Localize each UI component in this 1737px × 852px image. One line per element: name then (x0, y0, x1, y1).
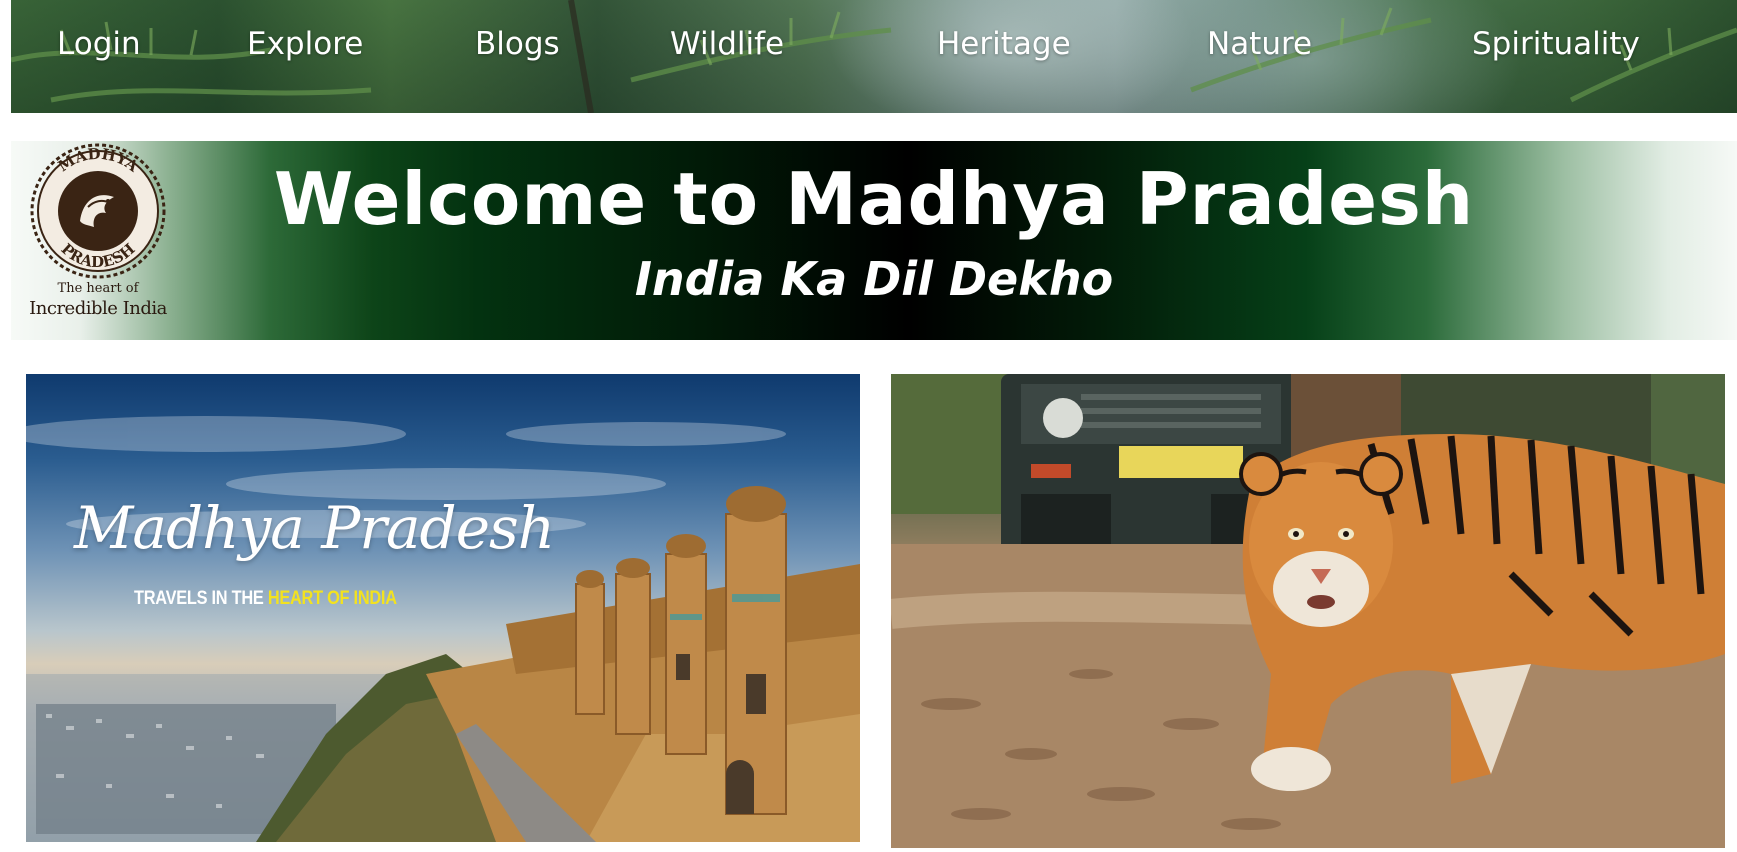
tiger-safari-image (891, 374, 1725, 848)
script-title: Madhya Pradesh (74, 494, 555, 562)
nav-heritage[interactable]: Heritage (937, 22, 1071, 66)
nav-login[interactable]: Login (57, 22, 141, 66)
nav-spirituality[interactable]: Spirituality (1472, 22, 1640, 66)
heritage-card[interactable]: Madhya Pradesh TRAVELS IN THE HEART OF I… (26, 374, 860, 842)
welcome-banner: MADHYA PRADESH The heart of Incredible In… (11, 141, 1737, 340)
nav-blogs[interactable]: Blogs (475, 22, 560, 66)
wildlife-card[interactable] (891, 374, 1725, 848)
nav-explore[interactable]: Explore (247, 22, 363, 66)
page-title: Welcome to Madhya Pradesh (273, 157, 1475, 241)
heritage-tagline: TRAVELS IN THE HEART OF INDIA (134, 588, 397, 610)
top-navigation: Login Explore Blogs Wildlife Heritage Na… (11, 0, 1737, 113)
nav-nature[interactable]: Nature (1207, 22, 1312, 66)
nav-wildlife[interactable]: Wildlife (670, 22, 784, 66)
page-subtitle: India Ka Dil Dekho (634, 252, 1114, 306)
tagline-prefix: TRAVELS IN THE (134, 588, 264, 609)
tagline-highlight: HEART OF INDIA (267, 588, 397, 609)
